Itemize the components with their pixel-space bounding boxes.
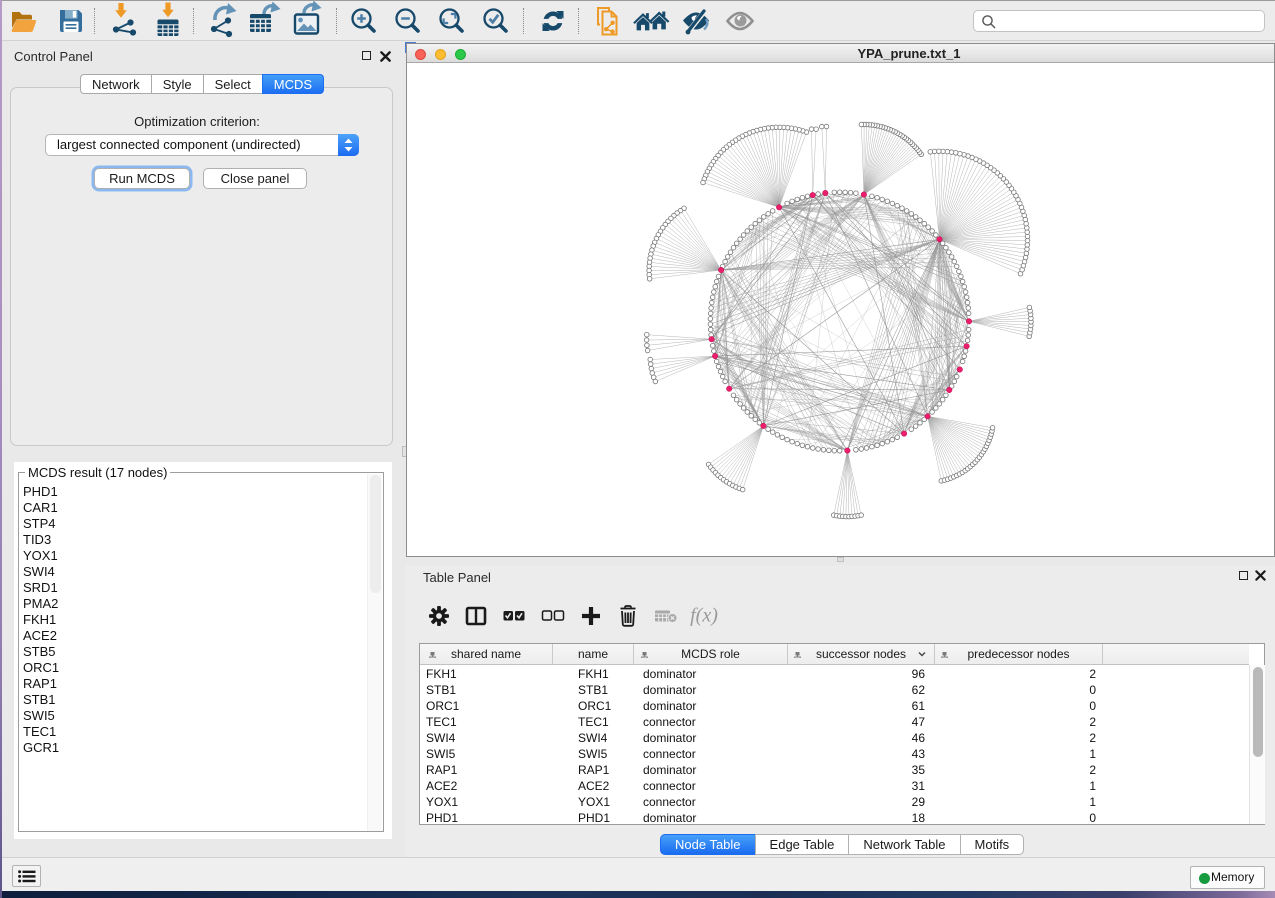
- svg-text:f(x): f(x): [690, 605, 718, 627]
